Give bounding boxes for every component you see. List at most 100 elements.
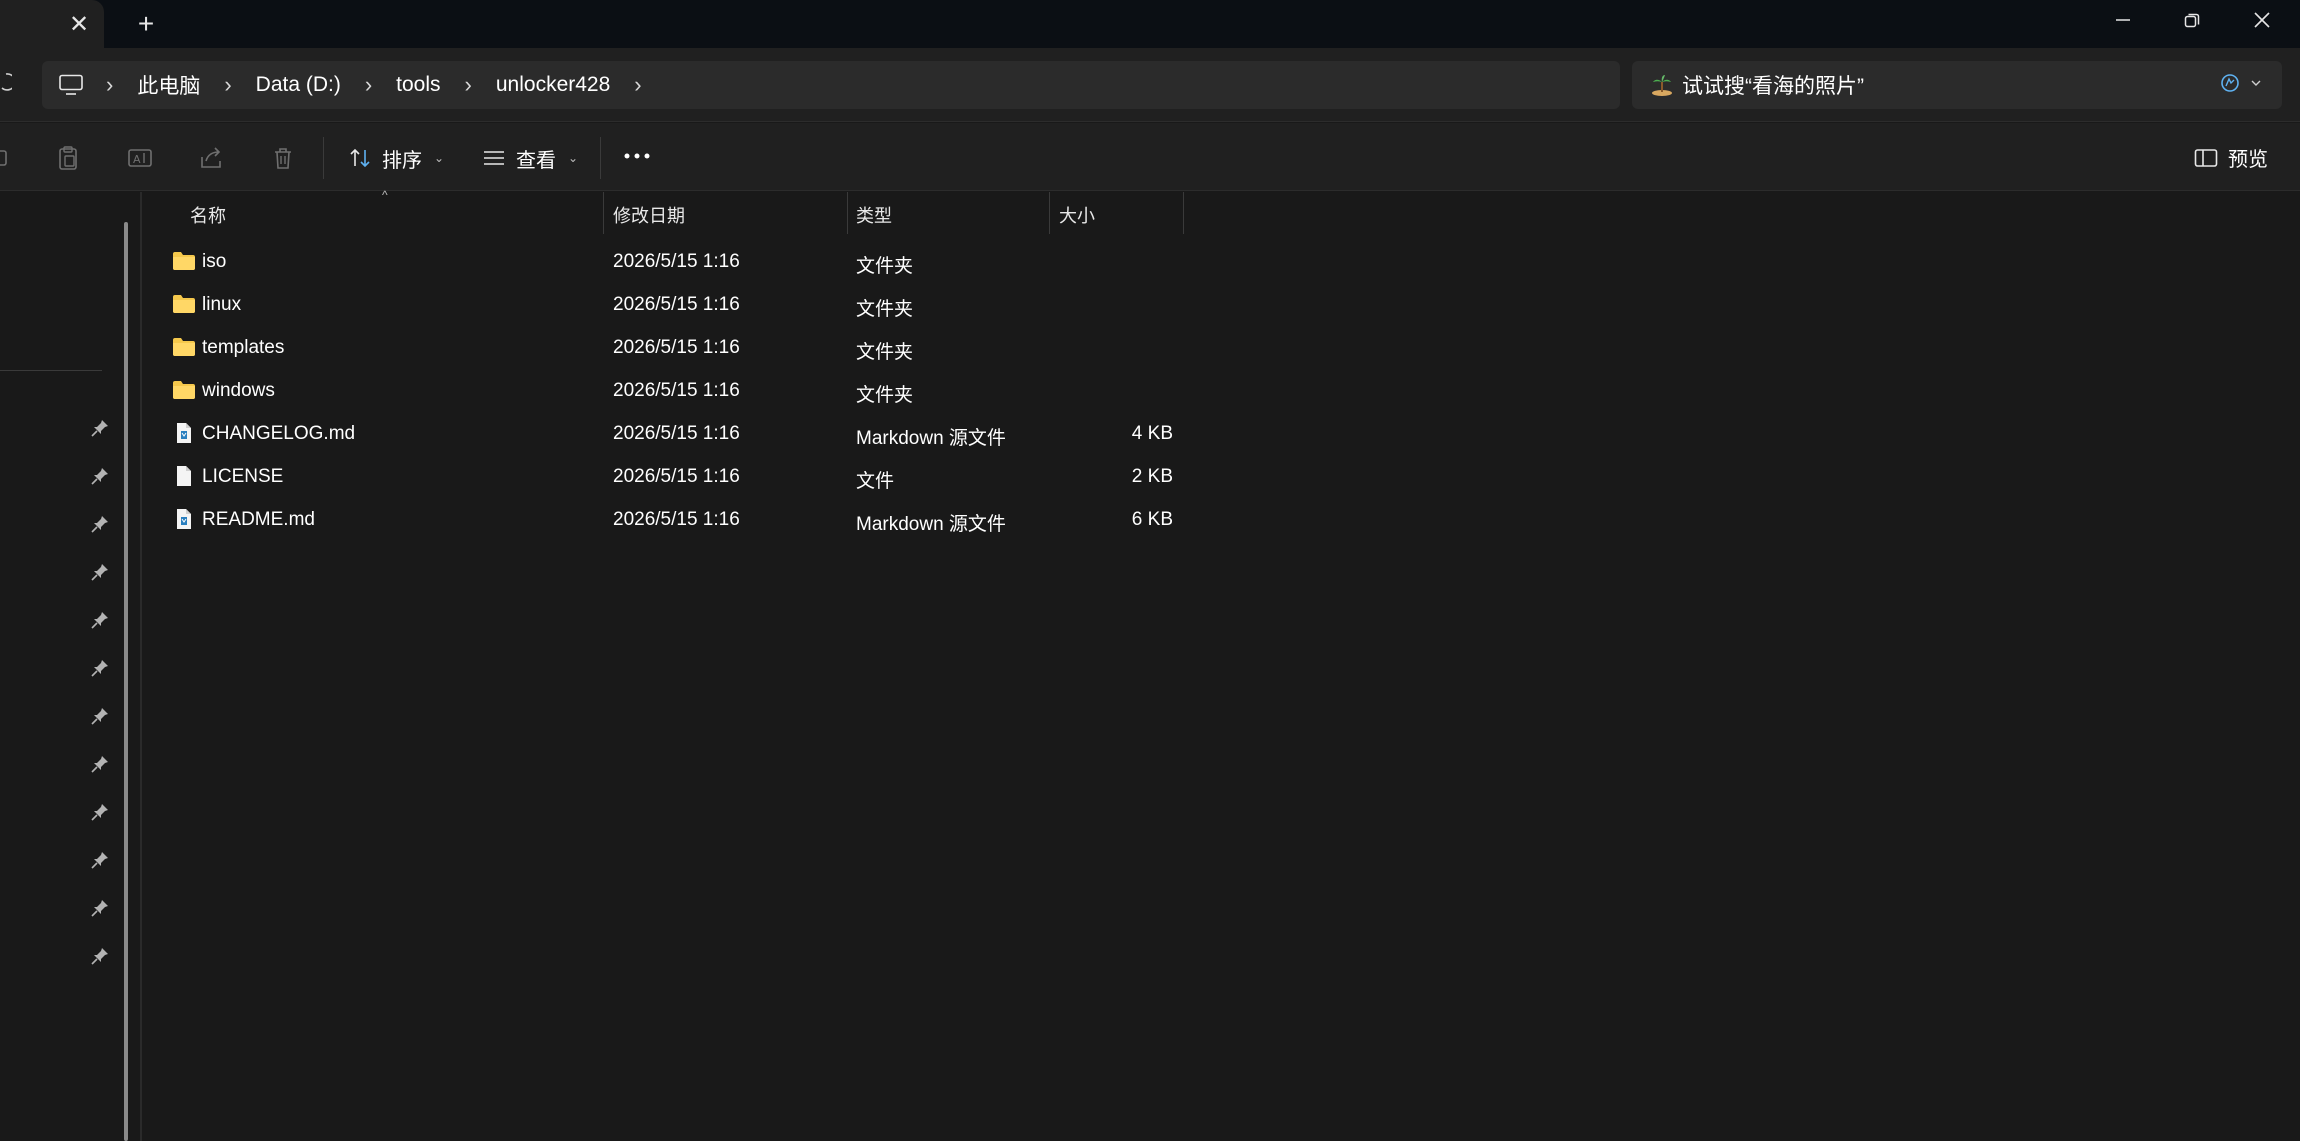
file-row[interactable]: linux 2026/5/15 1:16 文件夹 xyxy=(142,283,1182,326)
pin-icon[interactable] xyxy=(90,610,110,630)
file-row[interactable]: CHANGELOG.md 2026/5/15 1:16 Markdown 源文件 4 … xyxy=(142,412,1182,455)
this-pc-icon xyxy=(59,74,83,95)
chevron-down-icon: ⌄ xyxy=(434,151,445,165)
sort-icon xyxy=(350,148,370,168)
file-list: ^ 名称 修改日期 类型 大小 iso 2026/5/15 1:16 文件夹 linu… xyxy=(142,188,2300,1141)
rename-icon[interactable]: A xyxy=(127,145,153,171)
breadcrumb-separator[interactable]: › xyxy=(465,72,472,98)
file-size: 4 KB xyxy=(1131,423,1173,444)
column-size-header[interactable]: 大小 xyxy=(1059,202,1095,228)
preview-pane-icon xyxy=(2194,148,2218,167)
file-row[interactable]: LICENSE 2026/5/15 1:16 文件 2 KB xyxy=(142,455,1182,498)
nav-scrollbar[interactable] xyxy=(124,222,128,1141)
file-row[interactable]: iso 2026/5/15 1:16 文件夹 xyxy=(142,240,1182,283)
column-modified-header[interactable]: 修改日期 xyxy=(613,202,685,228)
file-type: 文件 xyxy=(856,471,895,492)
column-divider[interactable] xyxy=(1183,192,1184,234)
pin-icon[interactable] xyxy=(90,946,110,966)
breadcrumb-unlocker428[interactable]: unlocker428 xyxy=(496,73,610,97)
new-tab-button[interactable]: + xyxy=(132,10,160,38)
tab-close-icon[interactable]: ✕ xyxy=(66,12,92,38)
restore-button[interactable] xyxy=(2172,8,2212,36)
column-divider[interactable] xyxy=(603,192,604,234)
file-name[interactable]: LICENSE xyxy=(202,466,283,488)
file-name[interactable]: linux xyxy=(202,294,241,316)
search-input[interactable]: 试试搜“看海的照片” xyxy=(1632,61,2282,109)
folder-icon xyxy=(173,295,195,313)
file-type: 文件夹 xyxy=(856,342,914,363)
markdown-file-icon xyxy=(177,509,191,529)
file-row[interactable]: README.md 2026/5/15 1:16 Markdown 源文件 6 KB xyxy=(142,498,1182,541)
folder-icon xyxy=(173,381,195,399)
column-type-header[interactable]: 类型 xyxy=(856,202,892,228)
file-name[interactable]: templates xyxy=(202,337,284,359)
pin-icon[interactable] xyxy=(90,754,110,774)
breadcrumb-separator[interactable]: › xyxy=(365,72,372,98)
file-size: 6 KB xyxy=(1131,509,1173,530)
address-bar[interactable]: › 此电脑 › Data (D:) › tools › unlocker428 … xyxy=(42,61,1620,109)
tab-active[interactable]: ✕ xyxy=(0,0,104,48)
pin-icon[interactable] xyxy=(90,514,110,534)
search-placeholder: 试试搜“看海的照片” xyxy=(1682,75,1864,98)
title-bar: ✕ + xyxy=(0,0,2300,48)
column-name-header[interactable]: 名称 xyxy=(190,202,226,228)
delete-icon[interactable] xyxy=(270,145,296,171)
pin-icon[interactable] xyxy=(90,706,110,726)
breadcrumb-tools[interactable]: tools xyxy=(396,73,440,97)
pin-icon[interactable] xyxy=(90,562,110,582)
breadcrumb-separator[interactable]: › xyxy=(106,72,113,98)
column-divider[interactable] xyxy=(1049,192,1050,234)
file-type: 文件夹 xyxy=(856,385,914,406)
file-row[interactable]: windows 2026/5/15 1:16 文件夹 xyxy=(142,369,1182,412)
file-modified: 2026/5/15 1:16 xyxy=(613,251,740,272)
column-divider[interactable] xyxy=(847,192,848,234)
svg-text:A: A xyxy=(133,153,141,166)
view-label: 查看 xyxy=(516,149,556,172)
more-options-button[interactable] xyxy=(622,145,652,171)
more-icon xyxy=(624,153,650,159)
close-icon xyxy=(2254,12,2270,28)
breadcrumb-separator[interactable]: › xyxy=(634,72,641,98)
breadcrumb-separator[interactable]: › xyxy=(224,72,231,98)
view-button[interactable]: 查看 ⌄ xyxy=(482,141,578,175)
paste-icon[interactable] xyxy=(55,145,81,171)
pin-icon[interactable] xyxy=(90,658,110,678)
pin-icon[interactable] xyxy=(90,466,110,486)
file-type: 文件夹 xyxy=(856,256,914,277)
pin-icon[interactable] xyxy=(90,850,110,870)
nav-divider xyxy=(0,370,102,371)
sort-label: 排序 xyxy=(382,149,422,172)
island-icon xyxy=(1652,75,1672,96)
file-modified: 2026/5/15 1:16 xyxy=(613,423,740,444)
pin-icon[interactable] xyxy=(90,802,110,822)
file-row[interactable]: templates 2026/5/15 1:16 文件夹 xyxy=(142,326,1182,369)
view-icon xyxy=(484,151,504,165)
close-window-button[interactable] xyxy=(2242,8,2282,36)
minimize-button[interactable] xyxy=(2103,8,2143,36)
pin-icon[interactable] xyxy=(90,898,110,918)
cut-icon[interactable] xyxy=(0,145,20,171)
search-options[interactable] xyxy=(2220,73,2262,93)
breadcrumb-data-drive[interactable]: Data (D:) xyxy=(256,73,341,97)
address-row: › 此电脑 › Data (D:) › tools › unlocker428 … xyxy=(0,48,2300,122)
file-name[interactable]: README.md xyxy=(202,509,315,531)
toolbar-divider xyxy=(323,137,324,179)
file-type: Markdown 源文件 xyxy=(856,514,1006,535)
pin-icon[interactable] xyxy=(90,418,110,438)
file-modified: 2026/5/15 1:16 xyxy=(613,337,740,358)
breadcrumb-this-pc[interactable]: 此电脑 xyxy=(137,70,200,100)
sort-button[interactable]: 排序 ⌄ xyxy=(348,141,444,175)
command-bar: A 排序 ⌄ 查看 ⌄ 预览 xyxy=(0,123,2300,191)
column-header: ^ 名称 修改日期 类型 大小 xyxy=(142,188,2300,234)
share-icon[interactable] xyxy=(198,145,224,171)
refresh-icon[interactable] xyxy=(0,70,12,100)
file-type: Markdown 源文件 xyxy=(856,428,1006,449)
navigation-pane xyxy=(0,192,140,1141)
file-name[interactable]: iso xyxy=(202,251,226,273)
file-name[interactable]: CHANGELOG.md xyxy=(202,423,355,445)
file-modified: 2026/5/15 1:16 xyxy=(613,380,740,401)
preview-pane-button[interactable]: 预览 xyxy=(2194,143,2268,172)
file-name[interactable]: windows xyxy=(202,380,275,402)
chevron-down-icon xyxy=(2251,80,2261,86)
markdown-file-icon xyxy=(177,423,191,443)
